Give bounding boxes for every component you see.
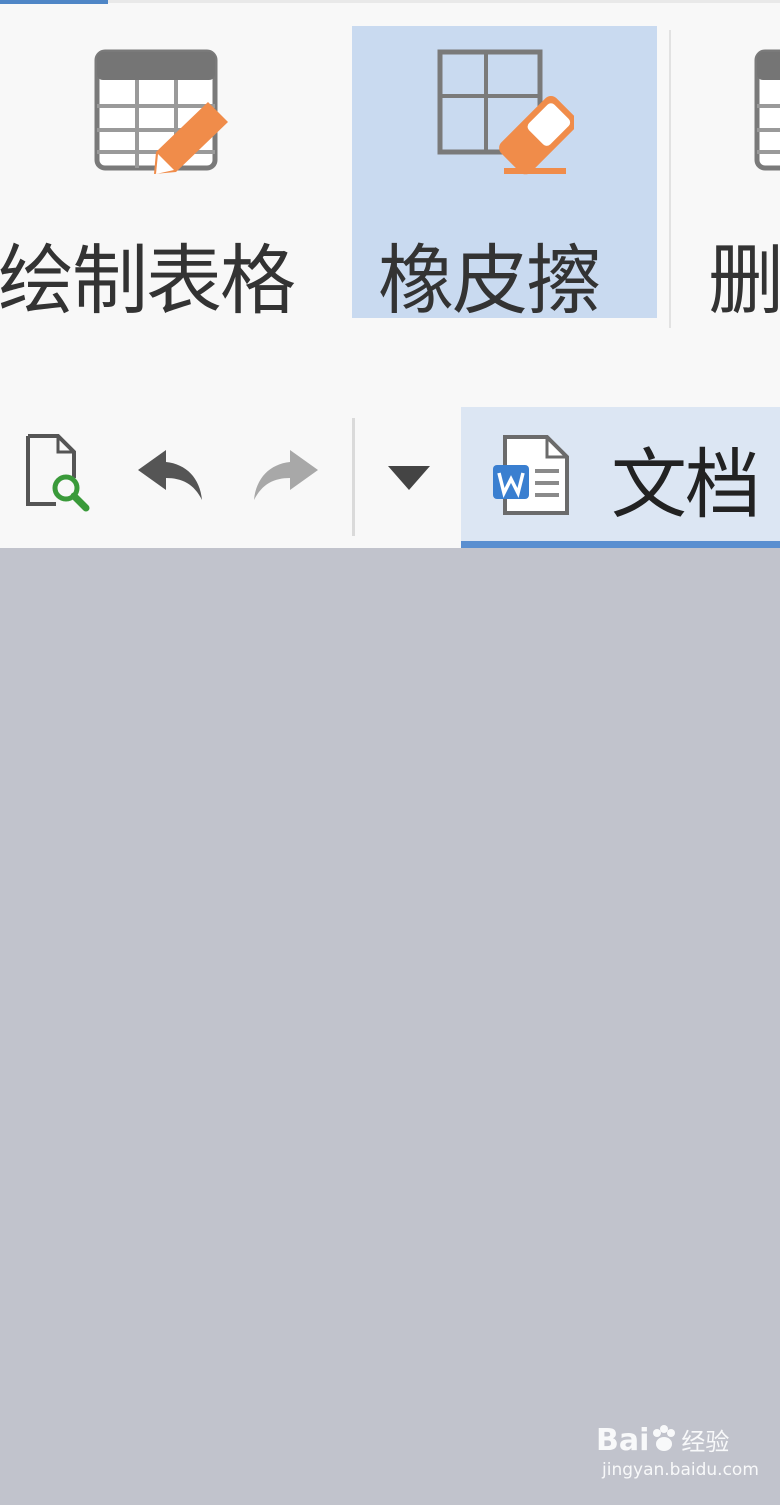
word-document-icon [491,435,575,519]
document-workspace [0,548,780,1505]
tab-active-indicator [461,541,780,548]
watermark-brand-text: Bai [596,1423,650,1458]
eraser-label: 橡皮擦 [378,236,602,325]
print-preview-icon[interactable] [22,432,94,516]
draw-table-label: 绘制表格 [0,236,296,325]
tab-document-label: 文档 [611,440,761,529]
tab-document[interactable]: 文档 [461,407,780,548]
undo-icon[interactable] [136,444,206,508]
ribbon-top-border [108,0,780,3]
delete-table-label: 删 [708,236,780,318]
watermark-brand: Bai 经验 [596,1420,729,1458]
paw-icon [649,1425,679,1462]
eraser-icon [434,46,578,185]
app-window: 绘制表格 橡皮擦 删 文档 Bai 经验 jingyan.baidu.com [0,0,780,1505]
toolbar-separator [352,418,355,536]
watermark-suffix: 经验 [681,1428,730,1456]
active-tab-indicator [0,0,108,4]
delete-table-button[interactable]: 删 [690,26,780,318]
redo-icon[interactable] [250,444,320,508]
watermark-url: jingyan.baidu.com [602,1460,759,1480]
watermark: Bai 经验 jingyan.baidu.com [596,1420,766,1490]
draw-table-icon [92,46,232,180]
ribbon-separator [669,30,671,328]
delete-table-icon [752,46,780,180]
draw-table-button[interactable]: 绘制表格 [0,26,340,325]
eraser-button[interactable]: 橡皮擦 [352,26,657,325]
chevron-down-icon[interactable] [386,462,432,496]
ribbon-toolbar: 绘制表格 橡皮擦 删 文档 [0,0,780,548]
